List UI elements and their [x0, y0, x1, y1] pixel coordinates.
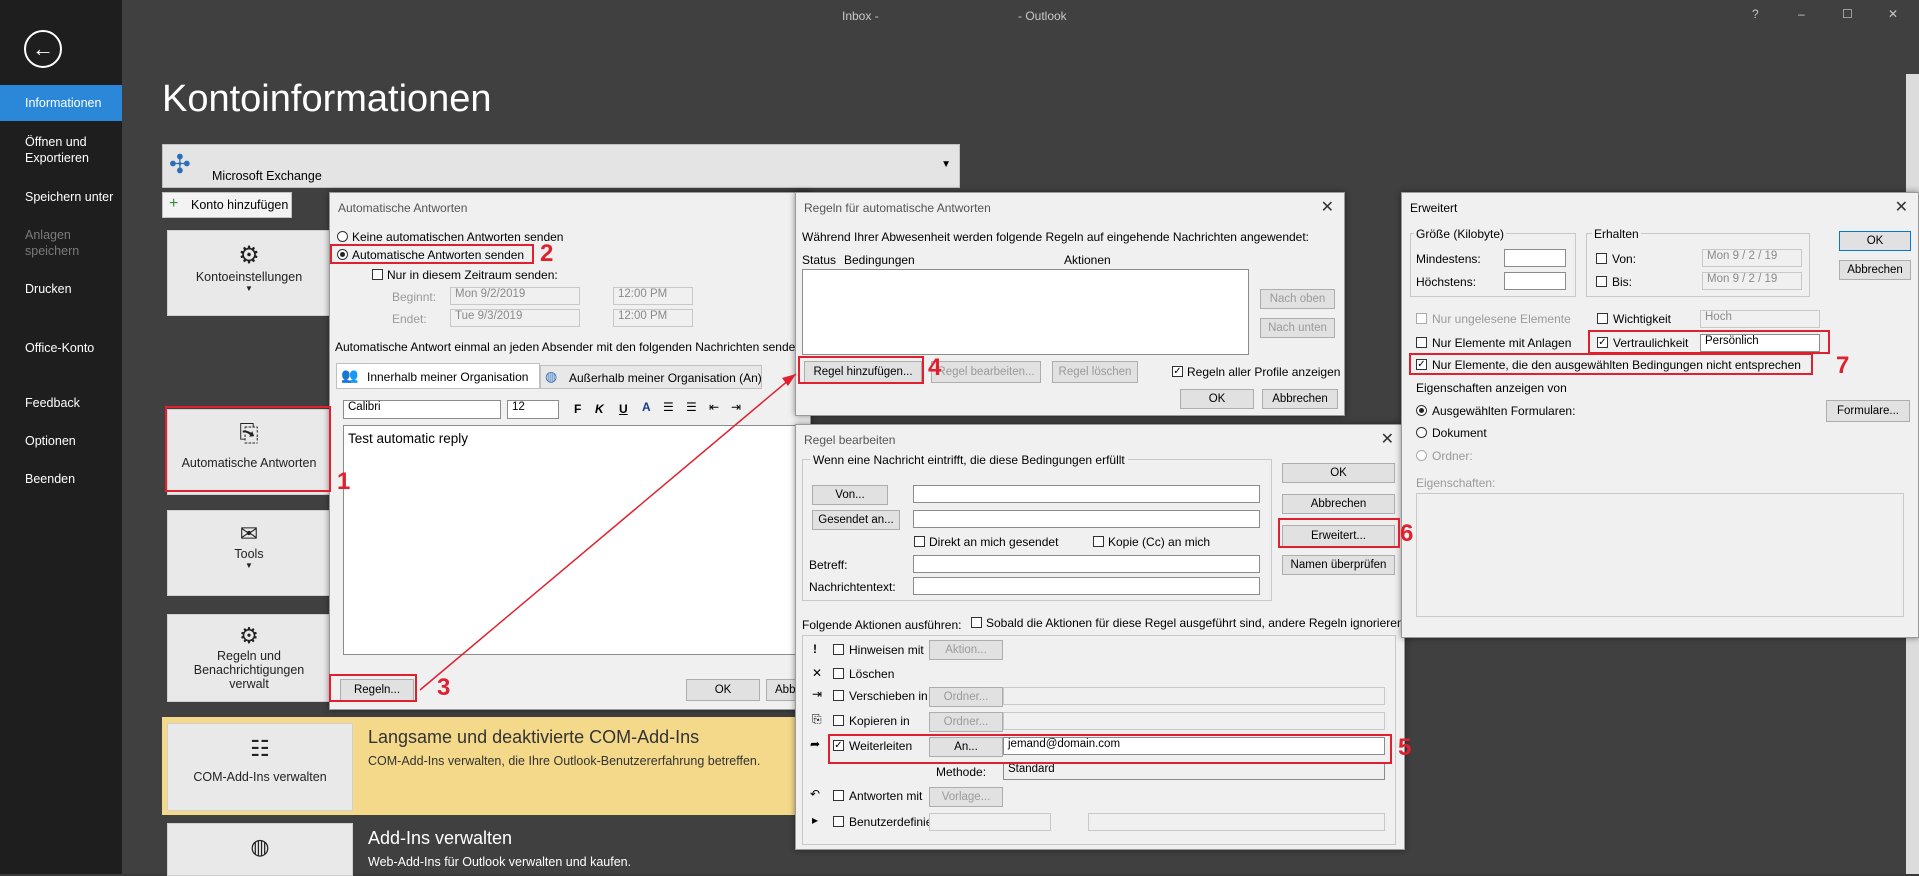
annotation-label-4: 4	[928, 354, 942, 381]
annotation-box-7b	[1409, 353, 1813, 375]
arrow-line-3-4	[419, 373, 797, 691]
annotation-box-1	[165, 406, 331, 492]
annotation-box-4	[798, 356, 924, 384]
annotation-box-5	[828, 734, 1392, 764]
annotation-label-7: 7	[1836, 352, 1850, 379]
annotation-label-3: 3	[437, 674, 451, 701]
annotation-box-2	[330, 244, 534, 264]
annotation-label-5: 5	[1398, 734, 1412, 761]
annotation-box-6	[1278, 518, 1400, 548]
annotation-label-2: 2	[540, 240, 554, 267]
annotation-box-3	[329, 674, 417, 702]
annotation-label-6: 6	[1400, 520, 1414, 547]
annotation-label-1: 1	[337, 468, 351, 495]
annotation-box-7a	[1588, 330, 1830, 354]
